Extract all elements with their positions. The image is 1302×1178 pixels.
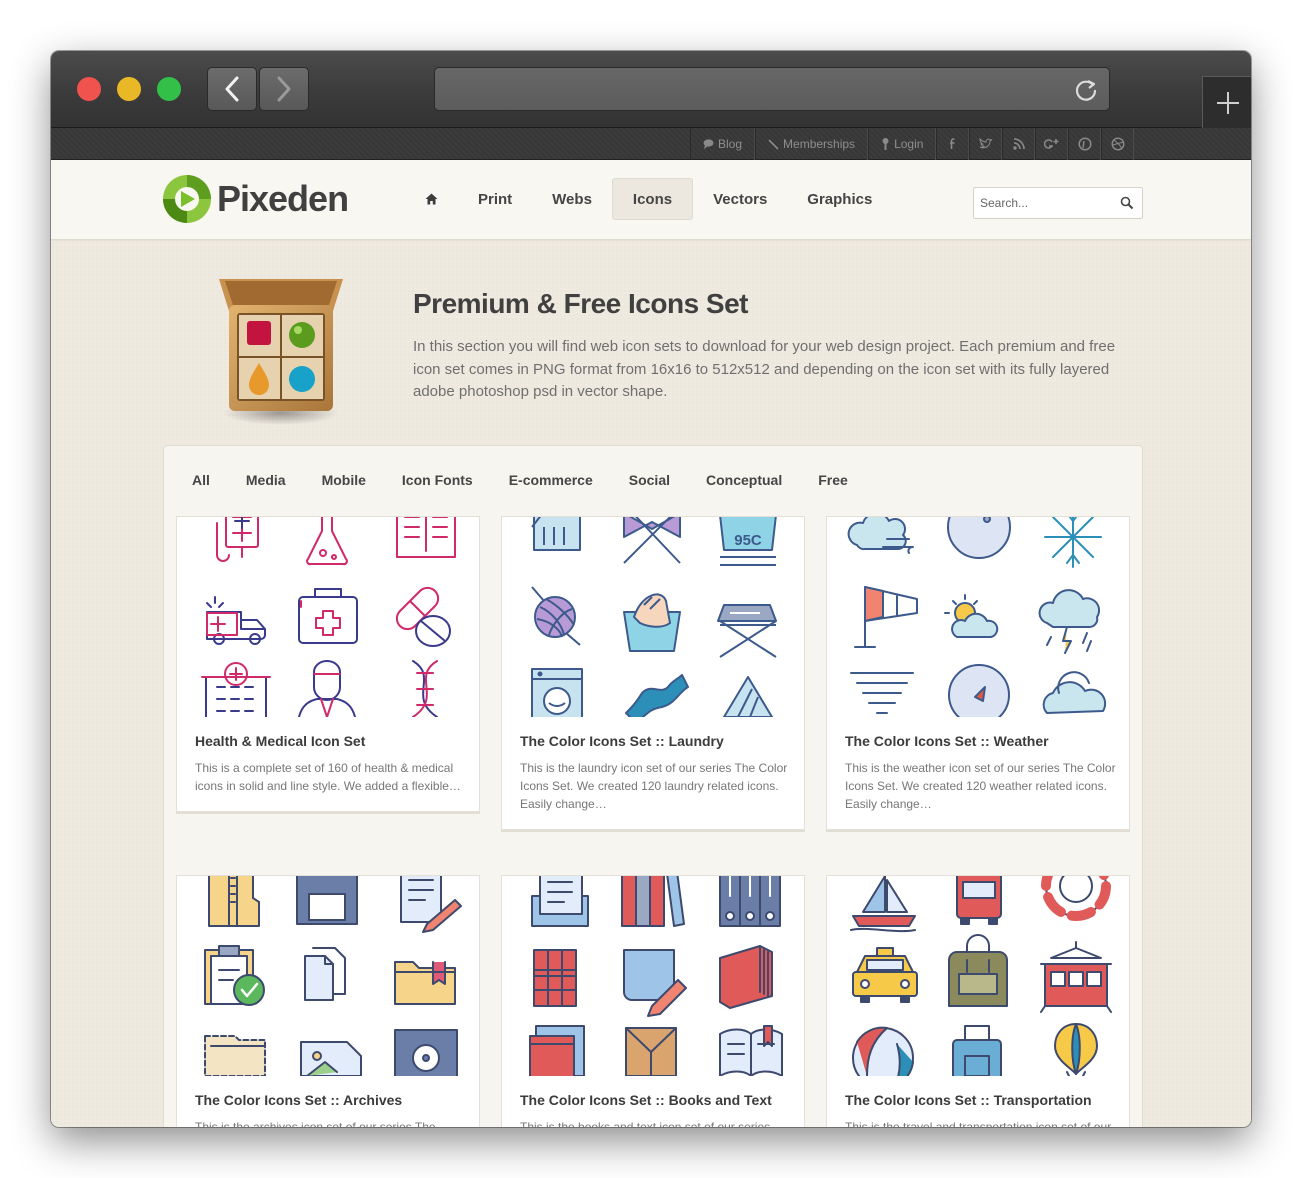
search-input[interactable] [974, 188, 1114, 218]
rss-link[interactable] [1002, 128, 1036, 160]
health-medical-preview [201, 517, 456, 717]
svg-text:95C: 95C [734, 532, 762, 549]
blog-link-label: Blog [718, 137, 743, 151]
rss-icon [1013, 138, 1025, 150]
icon-set-card-archives[interactable]: The Color Icons Set :: Archives This is … [176, 875, 480, 1127]
dribbble-icon [1111, 137, 1125, 151]
nav-icons[interactable]: Icons [611, 178, 694, 220]
login-link-label: Login [894, 137, 924, 151]
forward-button[interactable] [259, 67, 309, 111]
close-window-button[interactable] [77, 77, 101, 101]
icon-set-card-books[interactable]: The Color Icons Set :: Books and Text Th… [501, 875, 805, 1127]
icon-set-card-laundry[interactable]: 95C The Color Icons Set :: Laundry This … [501, 516, 805, 830]
pixeden-logo[interactable]: Pixeden [161, 173, 349, 225]
main-content: Premium & Free Icons Set In this section… [51, 241, 1251, 1127]
google-plus-link[interactable] [1035, 128, 1069, 160]
pinterest-link[interactable] [1068, 128, 1102, 160]
page-description: In this section you will find web icon s… [413, 338, 1116, 400]
chevron-left-icon [225, 76, 239, 102]
filter-media[interactable]: Media [228, 468, 304, 492]
facebook-icon [949, 138, 955, 149]
home-icon [425, 193, 438, 205]
card-title[interactable]: The Color Icons Set :: Books and Text [520, 1092, 772, 1108]
icon-set-card-weather[interactable]: The Color Icons Set :: Weather This is t… [826, 516, 1130, 830]
card-title[interactable]: The Color Icons Set :: Laundry [520, 733, 724, 749]
nav-webs[interactable]: Webs [532, 178, 612, 220]
logo-text: Pixeden [217, 178, 349, 219]
facebook-link[interactable] [936, 128, 970, 160]
new-tab-button[interactable] [1202, 76, 1251, 128]
dribbble-link[interactable] [1101, 128, 1135, 160]
weather-preview [847, 517, 1107, 717]
address-bar[interactable] [434, 67, 1110, 111]
twitter-link[interactable] [969, 128, 1003, 160]
plus-icon [1216, 91, 1239, 114]
icon-sets-panel: All Media Mobile Icon Fonts E-commerce S… [163, 445, 1143, 1127]
icon-set-card-transportation[interactable]: The Color Icons Set :: Transportation Th… [826, 875, 1130, 1127]
chevron-right-icon [277, 76, 291, 102]
google-plus-icon [1043, 139, 1059, 149]
card-title[interactable]: The Color Icons Set :: Weather [845, 733, 1049, 749]
browser-titlebar [51, 51, 1251, 128]
books-preview [529, 876, 783, 1076]
filter-all[interactable]: All [174, 468, 228, 492]
filter-mobile[interactable]: Mobile [304, 468, 384, 492]
card-title[interactable]: Health & Medical Icon Set [195, 733, 365, 749]
category-filters: All Media Mobile Icon Fonts E-commerce S… [174, 468, 866, 492]
icon-box-illustration [219, 279, 343, 425]
transportation-preview [850, 876, 1112, 1076]
nav-vectors[interactable]: Vectors [693, 178, 787, 220]
twitter-icon [979, 138, 993, 149]
filter-e-commerce[interactable]: E-commerce [491, 468, 611, 492]
pinterest-icon [1078, 137, 1092, 151]
reload-icon[interactable] [1073, 77, 1099, 103]
filter-free[interactable]: Free [800, 468, 866, 492]
nav-print[interactable]: Print [458, 178, 532, 220]
nav-graphics[interactable]: Graphics [787, 178, 892, 220]
blog-link[interactable]: Blog [690, 128, 756, 160]
back-button[interactable] [207, 67, 257, 111]
filter-social[interactable]: Social [611, 468, 688, 492]
main-nav: Print Webs Icons Vectors Graphics [405, 178, 892, 220]
card-description: This is the archives icon set of our ser… [195, 1120, 436, 1127]
icon-set-card-health-medical[interactable]: Health & Medical Icon Set This is a comp… [176, 516, 480, 812]
pencil-icon [768, 138, 779, 150]
card-title[interactable]: The Color Icons Set :: Archives [195, 1092, 402, 1108]
search-box [973, 187, 1143, 219]
card-description: This is the weather icon set of our seri… [845, 761, 1116, 811]
search-icon[interactable] [1120, 196, 1134, 210]
login-link[interactable]: Login [868, 128, 937, 160]
key-icon [882, 138, 889, 150]
minimize-window-button[interactable] [117, 77, 141, 101]
filter-icon-fonts[interactable]: Icon Fonts [384, 468, 491, 492]
chat-bubble-icon [703, 139, 714, 149]
memberships-link-label: Memberships [783, 137, 856, 151]
page-title: Premium & Free Icons Set [413, 288, 749, 319]
site-topbar: Blog Memberships Login [51, 128, 1251, 160]
site-header: Pixeden Print Webs Icons Vectors Graphic… [51, 160, 1251, 240]
maximize-window-button[interactable] [157, 77, 181, 101]
archives-preview [204, 876, 462, 1076]
logo-mark-icon [163, 175, 211, 223]
card-description: This is a complete set of 160 of health … [195, 761, 461, 793]
card-description: This is the travel and transportation ic… [845, 1120, 1112, 1127]
card-description: This is the laundry icon set of our seri… [520, 761, 788, 811]
card-title[interactable]: The Color Icons Set :: Transportation [845, 1092, 1092, 1108]
card-description: This is the books and text icon set of o… [520, 1120, 771, 1127]
memberships-link[interactable]: Memberships [755, 128, 869, 160]
nav-home[interactable] [405, 178, 458, 220]
browser-window: Blog Memberships Login Pixeden Print Web… [51, 51, 1251, 1127]
laundry-preview: 95C [531, 517, 777, 717]
filter-conceptual[interactable]: Conceptual [688, 468, 800, 492]
